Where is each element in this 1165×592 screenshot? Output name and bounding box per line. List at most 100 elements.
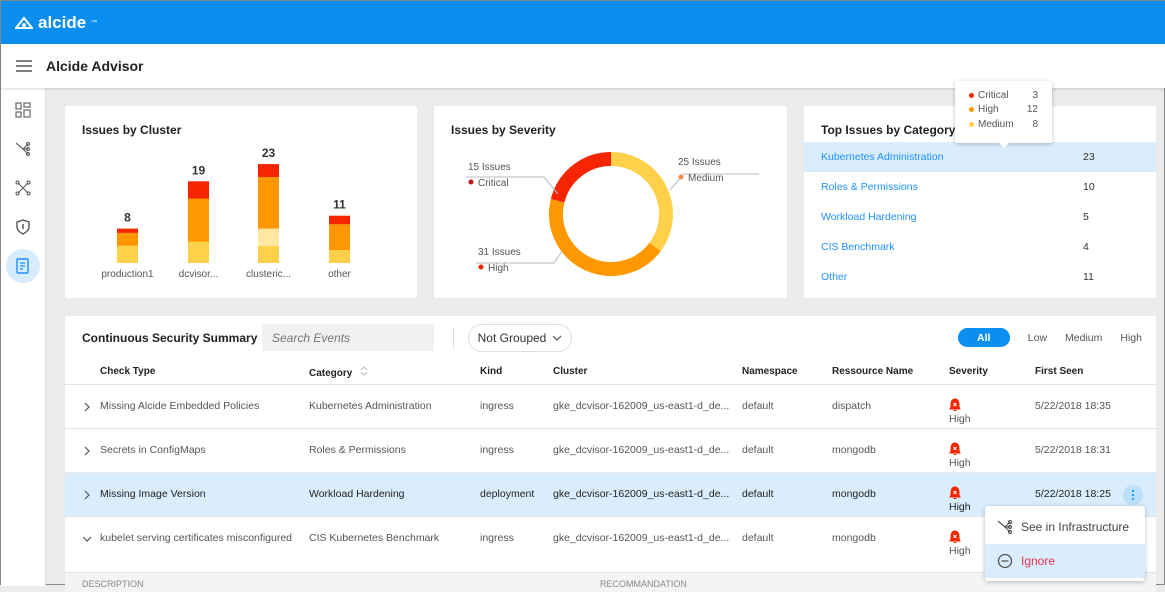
sidebar-item-advisor[interactable] <box>6 249 40 283</box>
bar-segment-critical[interactable] <box>258 164 279 177</box>
cell-kind: ingress <box>480 532 514 544</box>
category-count: 5 <box>1083 211 1089 223</box>
bar-segment-high[interactable] <box>329 224 350 251</box>
cell-check: Missing Image Version <box>100 488 206 500</box>
category-count: 11 <box>1083 271 1094 283</box>
category-row[interactable]: Other 11 <box>804 262 1156 292</box>
bar-segment-high[interactable] <box>117 232 138 246</box>
cell-namespace: default <box>742 488 774 500</box>
cell-resource: mongodb <box>832 532 876 544</box>
row-actions-button[interactable] <box>1123 485 1143 505</box>
severity-label: High <box>949 457 971 469</box>
menu-item-ignore[interactable]: Ignore <box>985 544 1145 578</box>
table-row[interactable]: Missing Alcide Embedded Policies Kubernet… <box>65 384 1156 428</box>
column-header[interactable]: Check Type <box>100 366 155 377</box>
grouping-dropdown[interactable]: Not Grouped <box>468 324 572 352</box>
bar-segment-high[interactable] <box>258 177 279 229</box>
category-row[interactable]: CIS Benchmark 4 <box>804 232 1156 262</box>
grouping-value: Not Grouped <box>477 331 547 345</box>
category-count: 4 <box>1083 241 1089 253</box>
category-link[interactable]: Kubernetes Administration <box>804 151 1083 163</box>
category-row[interactable]: Workload Hardening 5 <box>804 202 1156 232</box>
alert-bell-icon <box>949 486 961 499</box>
bar-segment-high[interactable] <box>188 198 209 242</box>
filter-all[interactable]: All <box>957 328 1010 347</box>
menu-item-label: See in Infrastructure <box>1021 520 1130 534</box>
severity-filters: All Low Medium High <box>957 328 1142 347</box>
bar-segment-low[interactable] <box>258 228 279 246</box>
sidebar-item-dashboard[interactable] <box>6 93 40 127</box>
category-tooltip: Critical 3 High 12 Medium 8 <box>955 81 1052 148</box>
column-header[interactable]: Category <box>309 366 368 379</box>
donut-slice-medium[interactable] <box>610 152 673 252</box>
cell-cluster: gke_dcvisor-162009_us-east1-d_de... <box>553 444 730 456</box>
bar-segment-critical[interactable] <box>117 228 138 233</box>
chevron-down-icon[interactable] <box>83 534 91 544</box>
top-bar: alcide ™ <box>1 1 1165 44</box>
cell-cluster: gke_dcvisor-162009_us-east1-d_de... <box>553 532 730 544</box>
tooltip-value: 3 <box>1032 89 1038 101</box>
page-title: Alcide Advisor <box>46 58 144 74</box>
column-header[interactable]: Severity <box>949 366 988 377</box>
column-header[interactable]: First Seen <box>1035 366 1083 377</box>
column-header-label: Cluster <box>553 366 588 377</box>
category-row[interactable]: Kubernetes Administration 23 <box>804 142 1156 172</box>
bar-segment-medium[interactable] <box>188 241 209 264</box>
column-header[interactable]: Cluster <box>553 366 587 377</box>
donut-slice-critical[interactable] <box>550 152 612 203</box>
category-link[interactable]: Roles & Permissions <box>804 181 1083 193</box>
column-header[interactable]: Namespace <box>742 366 798 377</box>
cell-namespace: default <box>742 400 774 412</box>
chevron-right-icon[interactable] <box>83 446 91 456</box>
category-row[interactable]: Roles & Permissions 10 <box>804 172 1156 202</box>
legend-dot <box>468 179 474 185</box>
issues-by-cluster-card: Issues by Cluster 8 production1 19 dcvisor.… <box>65 106 417 298</box>
filter-high[interactable]: High <box>1120 332 1142 344</box>
severity-label: High <box>949 501 971 513</box>
slice-count-label: 31 Issues <box>478 247 521 258</box>
sidebar-item-security[interactable] <box>6 210 40 244</box>
filter-low[interactable]: Low <box>1028 332 1047 344</box>
tooltip-value: 12 <box>1026 104 1038 116</box>
cell-first-seen: 5/22/2018 18:25 <box>1035 488 1111 500</box>
column-header-label: First Seen <box>1035 366 1084 377</box>
severity-cell: High <box>949 398 971 425</box>
alcide-logo-icon <box>15 15 33 29</box>
bar-segment-medium[interactable] <box>329 250 350 263</box>
table-row[interactable]: Secrets in ConfigMaps Roles & Permissions… <box>65 428 1156 472</box>
menu-button[interactable] <box>1 60 46 72</box>
logo-text: alcide <box>38 12 87 32</box>
cell-kind: deployment <box>480 488 535 500</box>
sidebar-item-infrastructure[interactable] <box>6 132 40 166</box>
menu-item-label: Ignore <box>1021 554 1056 568</box>
search-input[interactable] <box>262 324 434 351</box>
category-link[interactable]: Workload Hardening <box>804 211 1083 223</box>
minus-circle-icon <box>997 553 1013 569</box>
category-count: 23 <box>1083 151 1095 163</box>
chevron-right-icon[interactable] <box>83 402 91 412</box>
category-link[interactable]: CIS Benchmark <box>804 241 1083 253</box>
bar-segment-critical[interactable] <box>188 181 209 199</box>
filter-medium[interactable]: Medium <box>1065 332 1102 344</box>
column-header[interactable]: Ressource Name <box>832 366 913 377</box>
bar-category-label: clusteric... <box>246 269 291 280</box>
category-link[interactable]: Other <box>804 271 1083 283</box>
bar-segment-medium[interactable] <box>117 245 138 263</box>
sidebar-item-network[interactable] <box>6 171 40 205</box>
menu-item-see-in-infrastructure[interactable]: See in Infrastructure <box>985 510 1145 544</box>
bar-segment-critical[interactable] <box>329 215 350 225</box>
bar-segment-medium[interactable] <box>258 245 279 263</box>
legend-dot <box>678 174 684 180</box>
card-title: Top Issues by Category <box>821 123 956 137</box>
donut-slice-high[interactable] <box>549 199 661 276</box>
logo[interactable]: alcide ™ <box>15 13 97 33</box>
cell-first-seen: 5/22/2018 18:35 <box>1035 400 1111 412</box>
slice-name-label: Medium <box>688 173 724 184</box>
cell-category: Workload Hardening <box>309 488 405 500</box>
row-context-menu: See in Infrastructure Ignore <box>985 506 1145 581</box>
chevron-right-icon[interactable] <box>83 490 91 500</box>
report-icon <box>16 258 29 274</box>
column-header[interactable]: Kind <box>480 366 502 377</box>
tooltip-row: High 12 <box>969 103 1052 118</box>
logo-tm: ™ <box>91 19 98 26</box>
